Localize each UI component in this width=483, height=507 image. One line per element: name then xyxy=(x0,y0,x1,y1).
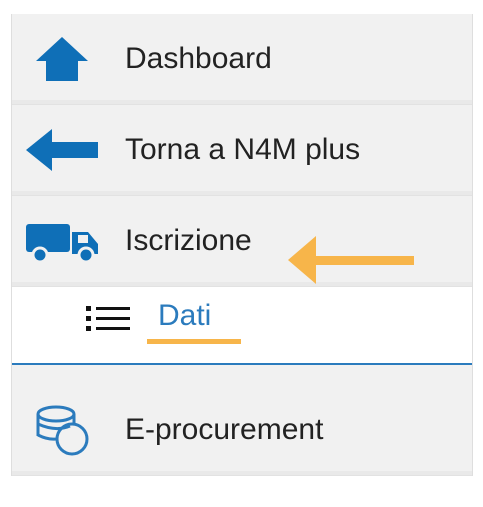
sidebar-item-dashboard[interactable]: Dashboard xyxy=(12,14,472,105)
sidebar-item-label: Torna a N4M plus xyxy=(125,133,361,166)
home-icon xyxy=(22,29,102,89)
sidebar-item-label: Iscrizione xyxy=(125,224,252,257)
sidebar-item-e-procurement[interactable]: E-procurement xyxy=(12,385,472,476)
truck-icon xyxy=(22,211,102,271)
highlight-underline xyxy=(147,339,241,344)
sidebar-item-back-n4m[interactable]: Torna a N4M plus xyxy=(12,105,472,196)
arrow-left-icon xyxy=(22,120,102,180)
sidebar-subitem-dati[interactable]: Dati xyxy=(12,287,472,365)
sidebar-subitem-label: Dati xyxy=(158,299,212,332)
sidebar-item-label: E-procurement xyxy=(125,413,324,446)
annotation-arrow-icon xyxy=(288,236,414,284)
sidebar-item-label: Dashboard xyxy=(125,42,272,75)
list-icon xyxy=(86,306,130,331)
coins-icon xyxy=(22,400,102,460)
